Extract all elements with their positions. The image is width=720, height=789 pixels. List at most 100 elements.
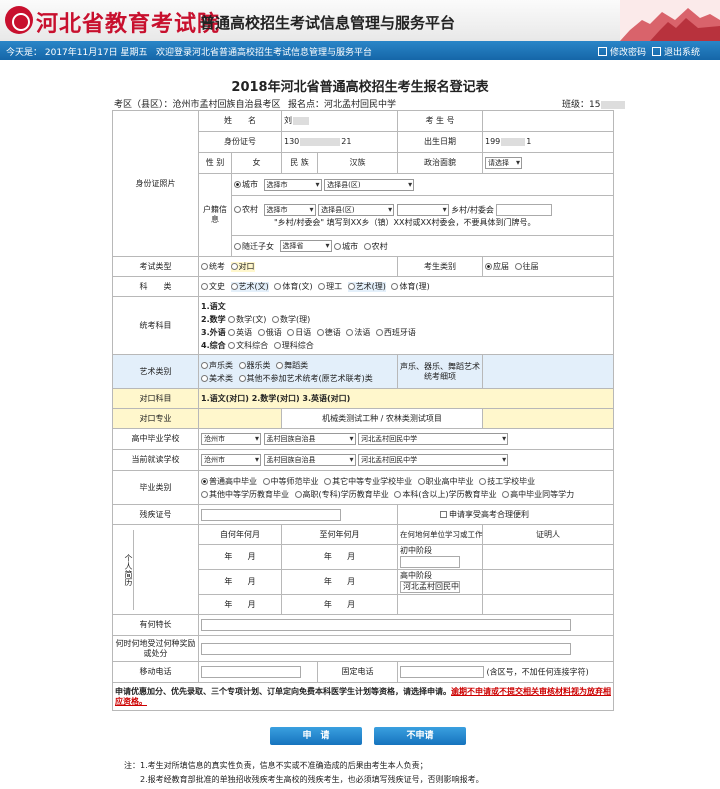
lang-french-option[interactable]: 法语 bbox=[346, 326, 370, 339]
subject-option-science[interactable]: 理工 bbox=[318, 282, 342, 292]
birth-date-prefix: 199 bbox=[485, 137, 501, 146]
resume-from-cell[interactable]: 年 月 bbox=[198, 594, 282, 615]
grad-type-option[interactable]: 高职(专科)学历教育毕业 bbox=[294, 488, 389, 501]
hukou-city-option[interactable]: 城市 bbox=[234, 180, 258, 190]
exam-type-unified[interactable]: 统考 bbox=[201, 262, 225, 272]
hukou-city-select[interactable]: 选择市 bbox=[263, 178, 322, 191]
subject-option-art-liberal[interactable]: 艺术(文) bbox=[230, 281, 269, 292]
lang-spanish-option[interactable]: 西班牙语 bbox=[375, 326, 416, 339]
name-cell[interactable]: 刘 bbox=[281, 110, 398, 132]
grad-type-option[interactable]: 职业高中毕业 bbox=[417, 475, 474, 488]
migrant-city-option[interactable]: 城市 bbox=[334, 242, 358, 252]
resume-unit-cell[interactable] bbox=[397, 594, 483, 615]
id-number-cell[interactable]: 130 21 bbox=[281, 131, 398, 153]
exam-no-value[interactable] bbox=[482, 110, 614, 132]
resume-from-cell[interactable]: 年 月 bbox=[198, 569, 282, 595]
hs-grad-school-select[interactable]: 河北孟村回民中学 bbox=[358, 433, 509, 445]
current-school-select[interactable]: 河北孟村回民中学 bbox=[358, 454, 509, 466]
political-select[interactable]: 请选择 bbox=[485, 157, 522, 169]
resume-to-cell[interactable]: 年 月 bbox=[281, 594, 398, 615]
grad-type-option[interactable]: 其它中等专业学校毕业 bbox=[324, 475, 412, 488]
migrant-rural-option[interactable]: 农村 bbox=[363, 242, 388, 252]
mobile-input[interactable] bbox=[201, 666, 301, 678]
exam-type-cell: 统考 对口 bbox=[198, 256, 398, 277]
lang-german-option[interactable]: 德语 bbox=[316, 326, 341, 339]
resume-to-cell[interactable]: 年 月 bbox=[281, 544, 398, 570]
disability-accommodation-checkbox[interactable]: 申请享受高考合理便利 bbox=[440, 510, 529, 520]
lang-japanese-option[interactable]: 日语 bbox=[287, 326, 311, 339]
current-county-select[interactable]: 孟村回族自治县 bbox=[263, 454, 356, 466]
resume-witness-cell[interactable] bbox=[482, 569, 614, 595]
grad-type-option[interactable]: 中等师范毕业 bbox=[262, 475, 319, 488]
exam-type-vocational[interactable]: 对口 bbox=[230, 261, 255, 272]
comp-liberal-option[interactable]: 文科综合 bbox=[228, 339, 268, 352]
migrant-province-select[interactable]: 选择省 bbox=[279, 240, 332, 252]
radio-icon bbox=[238, 361, 246, 369]
rural-county-select[interactable]: 选择县(区) bbox=[318, 203, 395, 216]
grad-type-option[interactable]: 普通高中毕业 bbox=[201, 475, 257, 488]
landline-input[interactable] bbox=[400, 666, 484, 678]
current-city-select[interactable]: 沧州市 bbox=[201, 454, 261, 466]
student-category-previous[interactable]: 往届 bbox=[514, 262, 539, 272]
grad-type-option[interactable]: 本科(含以上)学历教育毕业 bbox=[394, 488, 497, 501]
lang-russian-option[interactable]: 俄语 bbox=[257, 326, 282, 339]
hukou-city-label: 城市 bbox=[242, 180, 258, 189]
unified-chinese: 1.语文 bbox=[201, 301, 226, 311]
birth-date-cell[interactable]: 199 1 bbox=[482, 131, 614, 153]
exam-authority-logo-icon bbox=[5, 6, 33, 34]
grad-type-option[interactable]: 其他中等学历教育毕业 bbox=[201, 488, 289, 501]
no-apply-button[interactable]: 不申请 bbox=[374, 727, 466, 745]
resume-witness-cell[interactable] bbox=[482, 544, 614, 570]
art-vocal-option[interactable]: 声乐类 bbox=[201, 359, 233, 372]
grad-type-option[interactable]: 技工学校毕业 bbox=[479, 475, 535, 488]
subject-option-liberal[interactable]: 文史 bbox=[201, 282, 225, 292]
resume-from-cell[interactable]: 年 月 bbox=[198, 544, 282, 570]
resume-witness-cell[interactable] bbox=[482, 594, 614, 615]
subject-option-sports-science[interactable]: 体育(理) bbox=[391, 282, 430, 292]
subject-option-sports-liberal[interactable]: 体育(文) bbox=[274, 282, 313, 292]
art-other-option[interactable]: 其他不参加艺术统考(原艺术联考)类 bbox=[238, 372, 373, 385]
resume-to-cell[interactable]: 年 月 bbox=[281, 569, 398, 595]
hs-grad-city-select[interactable]: 沧州市 bbox=[201, 433, 261, 445]
village-input[interactable] bbox=[496, 203, 553, 216]
comp-science-option[interactable]: 理科综合 bbox=[273, 339, 314, 352]
id-photo-label: 身份证照片 bbox=[135, 178, 176, 188]
resume-unit-input[interactable]: 河北孟村回民中学 bbox=[400, 581, 460, 593]
art-instrument-option[interactable]: 器乐类 bbox=[238, 359, 271, 372]
awards-input[interactable] bbox=[201, 642, 571, 655]
migrant-option[interactable]: 随迁子女 bbox=[234, 242, 274, 252]
grad-type-option[interactable]: 高中毕业同等学力 bbox=[502, 488, 574, 501]
resume-unit-input[interactable] bbox=[400, 556, 460, 568]
vocational-major-label: 对口专业 bbox=[112, 408, 199, 429]
mobile-cell bbox=[198, 661, 318, 683]
art-dance-option[interactable]: 舞蹈类 bbox=[276, 359, 308, 372]
specialty-input[interactable] bbox=[201, 619, 571, 631]
name-label: 姓 名 bbox=[198, 110, 282, 132]
art-detail-cell[interactable] bbox=[482, 354, 614, 389]
art-fine-arts-option[interactable]: 美术类 bbox=[201, 372, 233, 385]
hukou-rural-option[interactable]: 农村 bbox=[234, 205, 258, 215]
footnote-1: 注：1.考生对所填信息的真实性负责，信息不实或不准确造成的后果由考生本人负责； bbox=[124, 761, 428, 770]
rural-city-select[interactable]: 选择市 bbox=[263, 203, 316, 216]
logout-link[interactable]: 退出系统 bbox=[652, 45, 700, 58]
disability-input[interactable] bbox=[201, 508, 341, 521]
subject-option-art-science[interactable]: 艺术(理) bbox=[347, 281, 386, 292]
id-photo-cell[interactable]: 身份证照片 bbox=[112, 110, 199, 257]
student-category-current[interactable]: 应届 bbox=[485, 262, 509, 272]
lang-english-option[interactable]: 英语 bbox=[228, 326, 252, 339]
bonus-note-cell: 申请优惠加分、优先录取、三个专项计划、订单定向免费本科医学生计划等资格，请选择申… bbox=[112, 682, 614, 711]
change-password-link[interactable]: 修改密码 bbox=[598, 45, 646, 58]
math-liberal-option[interactable]: 数学(文) bbox=[228, 313, 266, 326]
vocational-major-right[interactable] bbox=[482, 408, 614, 429]
resume-unit-cell[interactable]: 初中阶段 bbox=[397, 544, 483, 570]
rural-town-select[interactable] bbox=[396, 203, 449, 216]
apply-button[interactable]: 申 请 bbox=[270, 727, 362, 745]
hukou-county-select[interactable]: 选择县(区) bbox=[324, 178, 415, 191]
disability-check-label: 申请享受高考合理便利 bbox=[449, 509, 529, 519]
radio-icon bbox=[417, 477, 425, 485]
resume-unit-cell[interactable]: 高中阶段 河北孟村回民中学 bbox=[397, 569, 483, 595]
hs-grad-county-select[interactable]: 孟村回族自治县 bbox=[263, 433, 356, 445]
month-label: 月 bbox=[347, 577, 356, 586]
math-science-option[interactable]: 数学(理) bbox=[271, 313, 310, 326]
vocational-major-left[interactable] bbox=[198, 408, 282, 429]
